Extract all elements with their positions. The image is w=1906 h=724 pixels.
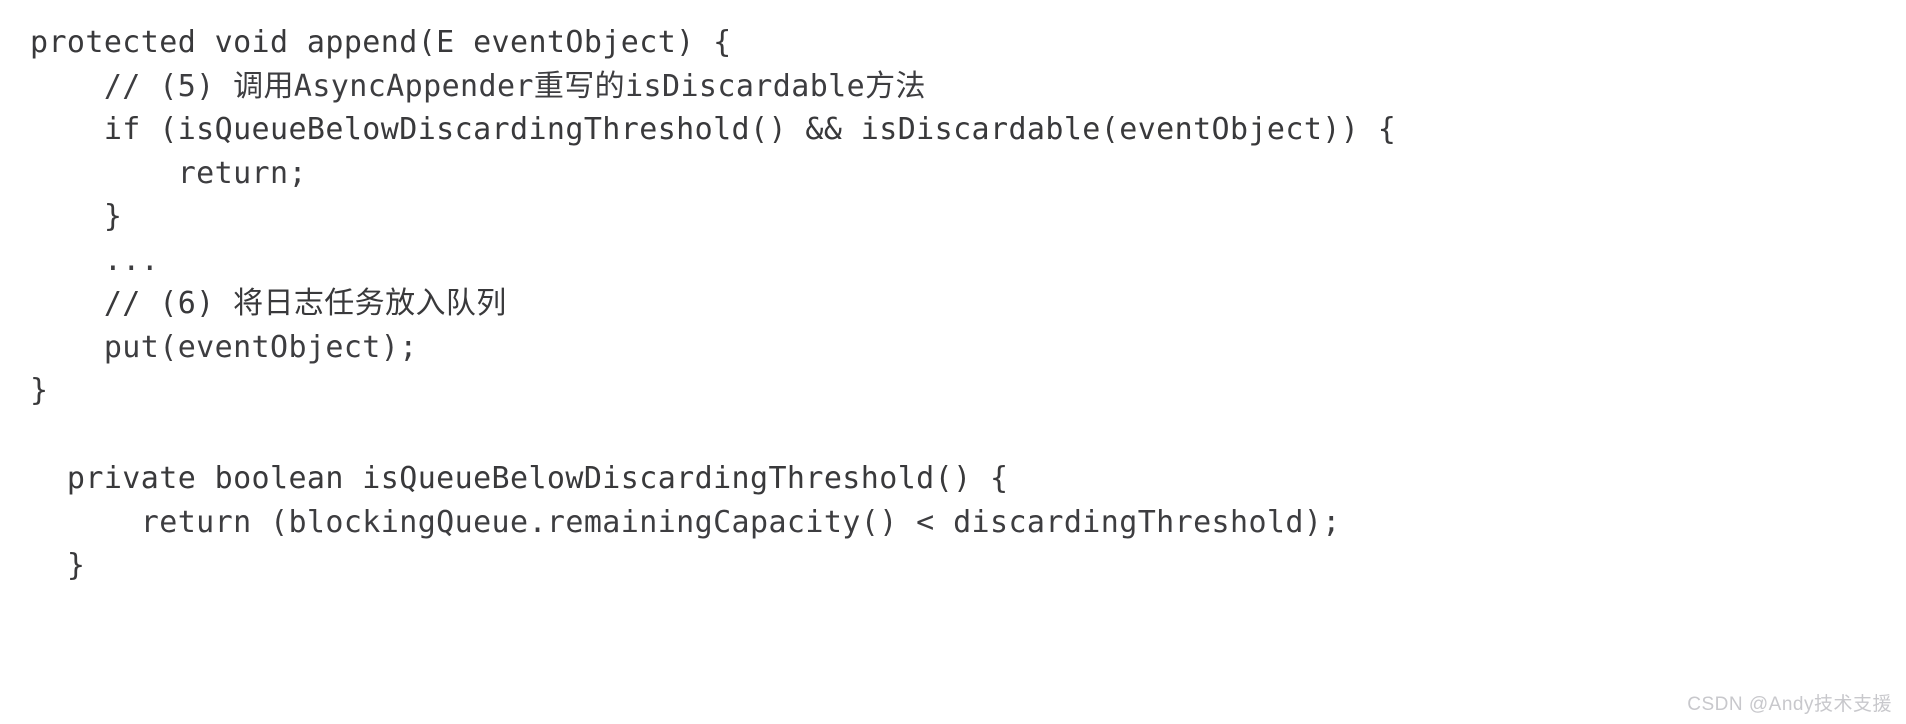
code-snippet-page: protected void append(E eventObject) { /… (0, 0, 1906, 724)
code-line: } (30, 373, 49, 408)
code-line: // (5) 调用AsyncAppender重写的isDiscardable方法 (30, 68, 926, 104)
code-line: put(eventObject); (30, 329, 418, 365)
code-block-is-queue-below-discarding-threshold: private boolean isQueueBelowDiscardingTh… (0, 457, 1906, 588)
watermark: CSDN @Andy技术支援 (1687, 694, 1892, 715)
code-line: return; (30, 155, 307, 191)
code-line: return (blockingQueue.remainingCapacity(… (30, 504, 1341, 540)
code-line: } (30, 548, 86, 583)
code-line: protected void append(E eventObject) { (30, 25, 732, 60)
code-line: ... (30, 242, 160, 278)
code-block-append-method: protected void append(E eventObject) { /… (0, 21, 1906, 413)
code-line: private boolean isQueueBelowDiscardingTh… (30, 461, 1009, 496)
code-line: if (isQueueBelowDiscardingThreshold() &&… (30, 112, 1397, 147)
code-line: } (30, 199, 123, 234)
code-line: // (6) 将日志任务放入队列 (30, 286, 507, 321)
